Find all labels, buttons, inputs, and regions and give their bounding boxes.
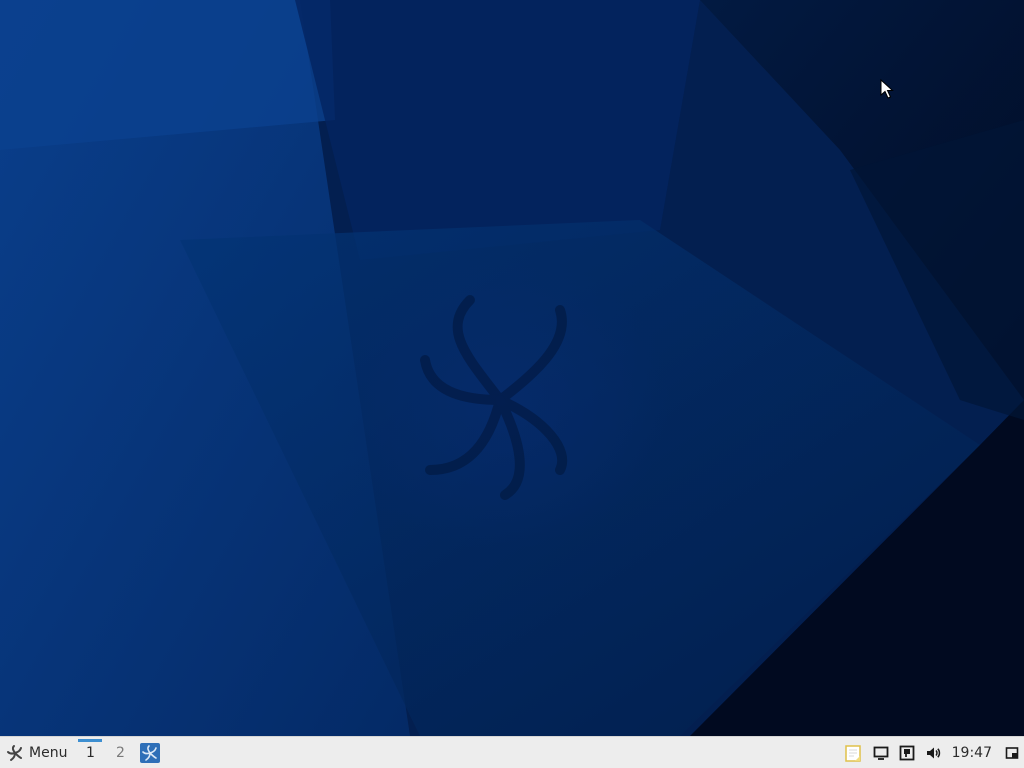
- workspace-2-label: 2: [115, 744, 125, 761]
- workspace-1-button[interactable]: 1: [75, 737, 105, 768]
- display-icon: [873, 746, 889, 760]
- network-tray-button[interactable]: [894, 737, 920, 768]
- distro-swirl-logo-icon: [7, 744, 22, 761]
- notes-tray-button[interactable]: [838, 737, 868, 768]
- notes-icon: [844, 744, 861, 762]
- system-tray: 19:47: [838, 737, 1024, 768]
- swirl-app-icon: [140, 742, 161, 763]
- menu-label: Menu: [29, 744, 68, 761]
- network-icon: [899, 745, 915, 760]
- volume-icon: [926, 747, 940, 758]
- clock[interactable]: 19:47: [946, 745, 1000, 761]
- taskbar: Menu 1 2 19:47: [0, 736, 1024, 768]
- display-tray-button[interactable]: [868, 737, 894, 768]
- workspace-2-button[interactable]: 2: [105, 737, 135, 768]
- desktop[interactable]: [0, 0, 1024, 736]
- workspace-1-label: 1: [85, 744, 95, 761]
- wallpaper-image: [0, 0, 1024, 736]
- menu-button[interactable]: Menu: [0, 737, 75, 768]
- show-desktop-button[interactable]: [1000, 737, 1024, 768]
- volume-tray-button[interactable]: [920, 737, 946, 768]
- show-desktop-icon: [1005, 746, 1019, 759]
- arrow-cursor-icon: [880, 79, 894, 99]
- pinned-app-button[interactable]: [139, 742, 161, 764]
